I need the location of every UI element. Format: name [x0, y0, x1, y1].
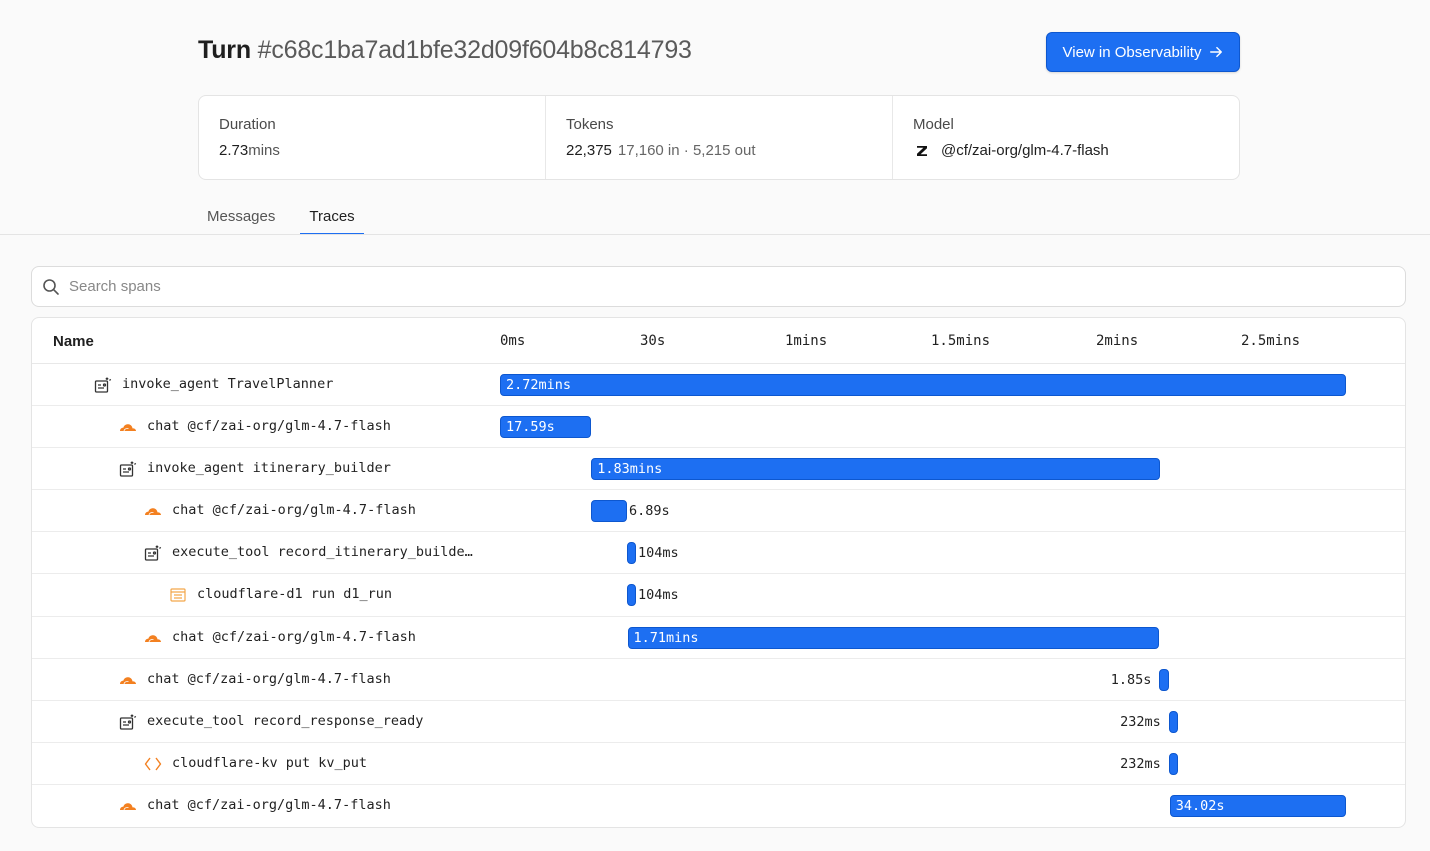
- timeline-tick-label: 2mins: [1096, 333, 1139, 349]
- cloud-icon: [119, 671, 137, 689]
- tokens-stat: Tokens 22,375 17,160 in · 5,215 out: [546, 96, 893, 179]
- span-duration-bar[interactable]: 17.59s: [500, 416, 592, 439]
- span-name: chat @cf/zai-org/glm-4.7-flash: [147, 670, 391, 687]
- span-duration-label: 104ms: [638, 587, 679, 604]
- span-duration-label: 34.02s: [1175, 797, 1225, 814]
- timeline-tick-label: 1.5mins: [931, 333, 991, 349]
- span-duration-bar[interactable]: [591, 500, 627, 523]
- agent-icon: [119, 460, 137, 478]
- duration-value: 2.73 mins: [219, 142, 525, 159]
- cloud-icon: [144, 502, 162, 520]
- trace-row[interactable]: chat @cf/zai-org/glm-4.7-flash 34.02s: [32, 785, 1405, 827]
- kv-icon: [144, 755, 162, 773]
- trace-table: Name 0ms 30s 1mins 1.5mins 2mins 2.5mins invo…: [31, 317, 1406, 828]
- arrow-right-icon: [1210, 46, 1223, 58]
- span-duration-label: 1.71mins: [633, 629, 699, 646]
- duration-label: Duration: [219, 116, 276, 133]
- search-icon: [43, 278, 59, 295]
- trace-row[interactable]: chat @cf/zai-org/glm-4.7-flash 6.89s: [32, 490, 1405, 533]
- span-duration-bar[interactable]: 1.71mins: [627, 626, 1160, 649]
- tokens-detail: 17,160 in · 5,215 out: [617, 142, 756, 159]
- search-bar: [31, 266, 1406, 307]
- cloud-icon: [119, 418, 137, 436]
- agent-icon: [119, 713, 137, 731]
- duration-unit: mins: [248, 142, 280, 159]
- duration-stat: Duration 2.73 mins: [199, 96, 546, 179]
- trace-row[interactable]: execute_tool record_response_ready 232ms: [32, 701, 1405, 743]
- trace-row[interactable]: cloudflare-kv put kv_put 232ms: [32, 743, 1405, 785]
- page-title: Turn #c68c1ba7ad1bfe32d09f604b8c814793: [198, 36, 692, 65]
- agent-icon: [94, 376, 112, 394]
- span-name: chat @cf/zai-org/glm-4.7-flash: [147, 796, 391, 813]
- trace-row[interactable]: invoke_agent TravelPlanner 2.72mins: [32, 364, 1405, 407]
- agent-icon: [144, 544, 162, 562]
- model-label: Model: [913, 116, 954, 133]
- cloud-icon: [119, 797, 137, 815]
- tokens-total: 22,375: [566, 142, 612, 159]
- span-name: chat @cf/zai-org/glm-4.7-flash: [172, 628, 416, 645]
- span-duration-label: 232ms: [1120, 755, 1161, 772]
- span-name: cloudflare-d1 run d1_run: [197, 586, 393, 603]
- span-duration-bar[interactable]: 1.83mins: [591, 458, 1161, 481]
- turn-page: Turn #c68c1ba7ad1bfe32d09f604b8c814793 V…: [0, 0, 1430, 851]
- span-duration-label: 6.89s: [628, 503, 670, 520]
- trace-row[interactable]: execute_tool record_itinerary_builde… 104…: [32, 532, 1405, 575]
- tab-traces[interactable]: Traces: [300, 200, 364, 235]
- trace-row[interactable]: chat @cf/zai-org/glm-4.7-flash 1.85s: [32, 659, 1405, 701]
- span-duration-label: 104ms: [638, 545, 679, 562]
- span-duration-bar[interactable]: [1168, 710, 1178, 733]
- span-duration-label: 2.72mins: [506, 377, 572, 393]
- turn-stats-card: Duration 2.73 mins Tokens 22,375 17,160 i…: [198, 95, 1240, 180]
- span-name: invoke_agent itinerary_builder: [147, 460, 391, 477]
- span-duration-label: 232ms: [1120, 713, 1161, 730]
- span-duration-bar[interactable]: [1168, 752, 1178, 775]
- tokens-label: Tokens: [566, 116, 614, 133]
- span-duration-bar[interactable]: 34.02s: [1169, 794, 1347, 817]
- title-prefix: Turn: [198, 36, 251, 64]
- turn-id: #c68c1ba7ad1bfe32d09f604b8c814793: [257, 36, 692, 64]
- span-name: chat @cf/zai-org/glm-4.7-flash: [172, 502, 416, 519]
- tab-bar: Messages Traces: [198, 200, 380, 235]
- zai-logo-icon: [917, 145, 927, 156]
- tab-messages[interactable]: Messages: [198, 200, 284, 235]
- model-name: @cf/zai-org/glm-4.7-flash: [941, 142, 1109, 159]
- model-value: @cf/zai-org/glm-4.7-flash: [913, 142, 1219, 159]
- span-duration-label: 1.85s: [1110, 671, 1152, 688]
- name-column-header: Name: [53, 333, 94, 350]
- trace-row[interactable]: invoke_agent itinerary_builder 1.83mins: [32, 448, 1405, 491]
- span-name: cloudflare-kv put kv_put: [172, 754, 368, 771]
- model-stat: Model @cf/zai-org/glm-4.7-flash: [893, 96, 1239, 179]
- timeline-tick-label: 30s: [640, 333, 666, 349]
- timeline-tick-label: 2.5mins: [1241, 333, 1301, 349]
- cloud-icon: [144, 629, 162, 647]
- span-duration-label: 1.83mins: [597, 461, 663, 478]
- span-name: chat @cf/zai-org/glm-4.7-flash: [147, 418, 391, 435]
- trace-table-header: Name 0ms 30s 1mins 1.5mins 2mins 2.5mins: [32, 318, 1405, 364]
- trace-row[interactable]: cloudflare-d1 run d1_run 104ms: [32, 574, 1405, 617]
- tokens-value: 22,375 17,160 in · 5,215 out: [566, 142, 872, 159]
- span-duration-bar[interactable]: [1159, 668, 1169, 691]
- span-name: invoke_agent TravelPlanner: [122, 376, 334, 392]
- span-duration-bar[interactable]: [627, 542, 636, 565]
- span-duration-bar[interactable]: 2.72mins: [500, 374, 1347, 396]
- timeline-tick-label: 1mins: [785, 333, 828, 349]
- span-name: execute_tool record_response_ready: [147, 712, 424, 729]
- trace-row[interactable]: chat @cf/zai-org/glm-4.7-flash 17.59s: [32, 406, 1405, 449]
- duration-number: 2.73: [219, 142, 249, 159]
- span-duration-label: 17.59s: [506, 419, 555, 436]
- view-in-observability-button[interactable]: View in Observability: [1046, 32, 1240, 72]
- search-spans-input[interactable]: [69, 278, 669, 295]
- tab-divider: [0, 234, 1430, 235]
- trace-row[interactable]: chat @cf/zai-org/glm-4.7-flash 1.71mins: [32, 617, 1405, 659]
- timeline-tick-label: 0ms: [500, 333, 526, 349]
- span-duration-bar[interactable]: [627, 584, 636, 607]
- d1-icon: [169, 586, 187, 604]
- page-header: Turn #c68c1ba7ad1bfe32d09f604b8c814793 V…: [198, 32, 1240, 74]
- span-name: execute_tool record_itinerary_builde…: [172, 544, 473, 561]
- view-in-observability-label: View in Observability: [1062, 43, 1202, 61]
- trace-rows: invoke_agent TravelPlanner 2.72mins chat @…: [32, 364, 1405, 827]
